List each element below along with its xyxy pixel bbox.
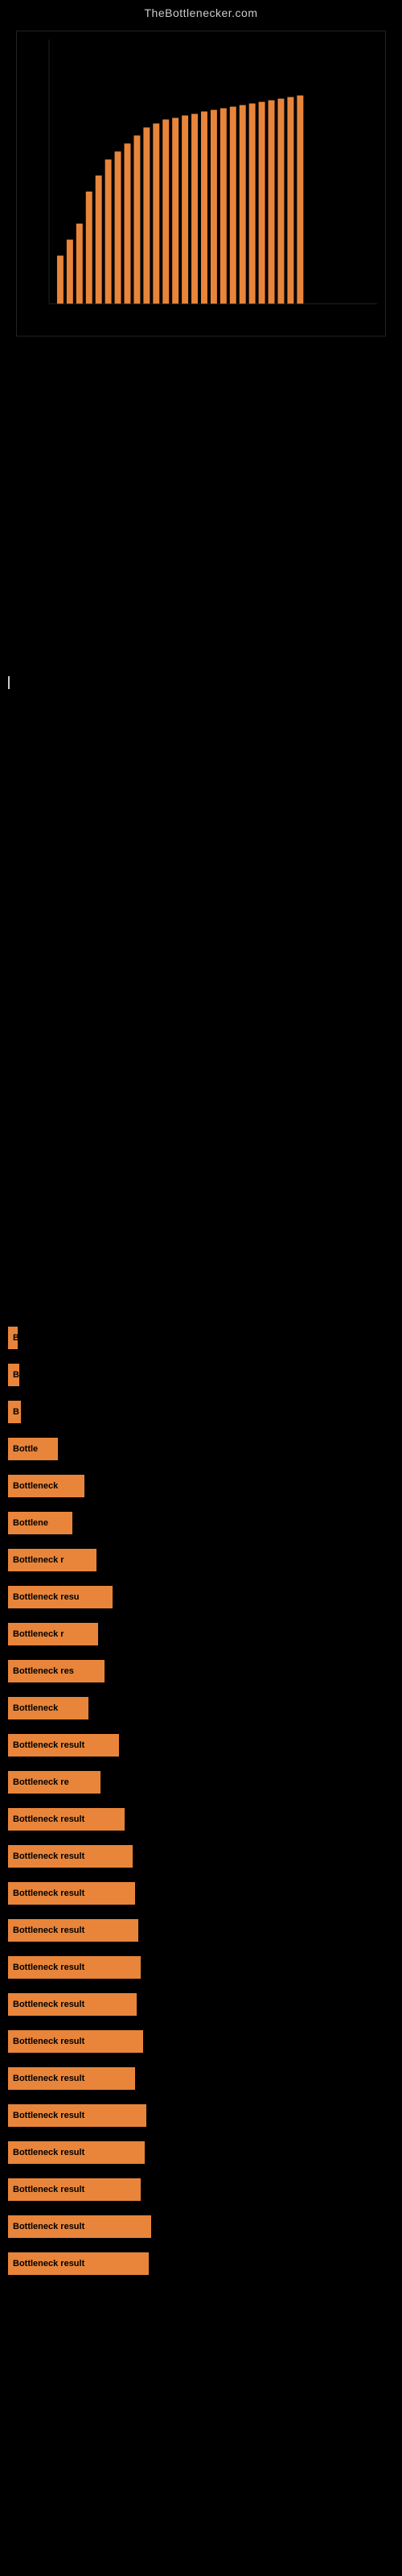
result-item-6: Bottlene <box>0 1512 402 1534</box>
result-bar-18[interactable]: Bottleneck result <box>8 1956 141 1979</box>
result-item-21: Bottleneck result <box>0 2067 402 2090</box>
result-item-19: Bottleneck result <box>0 1993 402 2016</box>
result-bar-13[interactable]: Bottleneck re <box>8 1771 100 1794</box>
result-item-22: Bottleneck result <box>0 2104 402 2127</box>
result-item-2: B <box>0 1364 402 1386</box>
result-item-18: Bottleneck result <box>0 1956 402 1979</box>
result-bar-21[interactable]: Bottleneck result <box>8 2067 135 2090</box>
result-item-25: Bottleneck result <box>0 2215 402 2238</box>
result-item-23: Bottleneck result <box>0 2141 402 2164</box>
result-item-12: Bottleneck result <box>0 1734 402 1757</box>
result-bar-12[interactable]: Bottleneck result <box>8 1734 119 1757</box>
result-item-7: Bottleneck r <box>0 1549 402 1571</box>
result-item-16: Bottleneck result <box>0 1882 402 1905</box>
result-bar-6[interactable]: Bottlene <box>8 1512 72 1534</box>
result-bar-14[interactable]: Bottleneck result <box>8 1808 125 1831</box>
result-item-10: Bottleneck res <box>0 1660 402 1682</box>
result-item-17: Bottleneck result <box>0 1919 402 1942</box>
result-bar-2[interactable]: B <box>8 1364 19 1386</box>
result-bar-1[interactable]: B <box>8 1327 18 1349</box>
result-item-8: Bottleneck resu <box>0 1586 402 1608</box>
result-bar-7[interactable]: Bottleneck r <box>8 1549 96 1571</box>
result-item-11: Bottleneck <box>0 1697 402 1719</box>
result-item-5: Bottleneck <box>0 1475 402 1497</box>
results-container: BBBBottleBottleneckBottleneBottleneck rB… <box>0 1319 402 2275</box>
result-bar-9[interactable]: Bottleneck r <box>8 1623 98 1645</box>
result-bar-22[interactable]: Bottleneck result <box>8 2104 146 2127</box>
result-item-14: Bottleneck result <box>0 1808 402 1831</box>
result-item-1: B <box>0 1327 402 1349</box>
result-bar-8[interactable]: Bottleneck resu <box>8 1586 113 1608</box>
cursor-line <box>8 676 10 689</box>
result-bar-4[interactable]: Bottle <box>8 1438 58 1460</box>
result-bar-25[interactable]: Bottleneck result <box>8 2215 151 2238</box>
result-item-26: Bottleneck result <box>0 2252 402 2275</box>
result-bar-23[interactable]: Bottleneck result <box>8 2141 145 2164</box>
result-bar-5[interactable]: Bottleneck <box>8 1475 84 1497</box>
result-item-3: B <box>0 1401 402 1423</box>
result-bar-24[interactable]: Bottleneck result <box>8 2178 141 2201</box>
result-bar-10[interactable]: Bottleneck res <box>8 1660 105 1682</box>
chart-area <box>16 31 386 336</box>
result-item-13: Bottleneck re <box>0 1771 402 1794</box>
result-item-24: Bottleneck result <box>0 2178 402 2201</box>
result-bar-3[interactable]: B <box>8 1401 21 1423</box>
result-item-15: Bottleneck result <box>0 1845 402 1868</box>
result-bar-15[interactable]: Bottleneck result <box>8 1845 133 1868</box>
result-bar-16[interactable]: Bottleneck result <box>8 1882 135 1905</box>
result-bar-20[interactable]: Bottleneck result <box>8 2030 143 2053</box>
result-bar-19[interactable]: Bottleneck result <box>8 1993 137 2016</box>
site-title: TheBottlenecker.com <box>0 0 402 23</box>
result-bar-26[interactable]: Bottleneck result <box>8 2252 149 2275</box>
result-bar-17[interactable]: Bottleneck result <box>8 1919 138 1942</box>
result-item-20: Bottleneck result <box>0 2030 402 2053</box>
result-item-9: Bottleneck r <box>0 1623 402 1645</box>
result-item-4: Bottle <box>0 1438 402 1460</box>
result-bar-11[interactable]: Bottleneck <box>8 1697 88 1719</box>
